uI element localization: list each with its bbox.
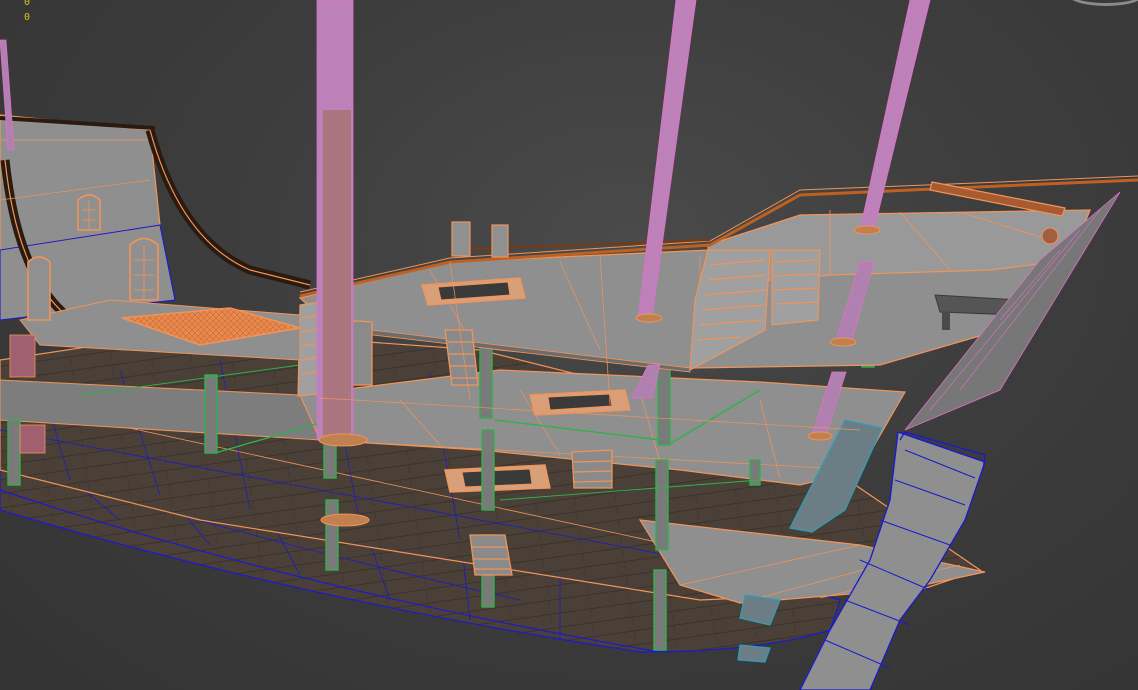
stats-readout-line-1: 0 <box>24 0 31 8</box>
ship-scene[interactable] <box>0 0 1138 690</box>
stats-readout-line-2: 0 <box>24 12 31 23</box>
3d-viewport[interactable]: 0 0 <box>0 0 1138 690</box>
